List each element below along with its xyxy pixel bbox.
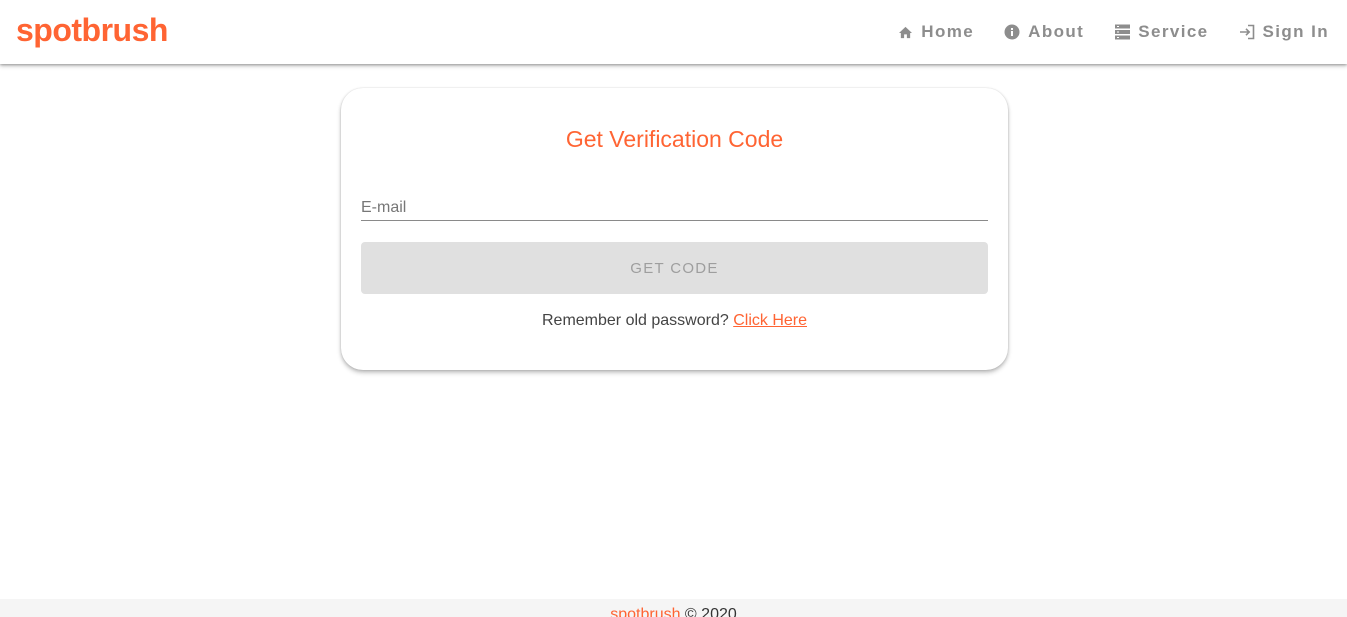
sign-in-icon	[1239, 24, 1255, 40]
email-field-container	[361, 192, 988, 221]
home-icon	[897, 24, 913, 40]
card-title: Get Verification Code	[565, 126, 784, 152]
info-icon	[1004, 24, 1020, 40]
footer-text: spotbrush © 2020	[0, 606, 1347, 617]
remember-password-row: Remember old password? Click Here	[341, 312, 1008, 330]
get-code-button[interactable]: GET CODE	[361, 242, 988, 294]
verification-card: Get Verification Code GET CODE Remember …	[341, 88, 1008, 370]
nav-home-label: Home	[921, 22, 975, 41]
remember-password-text: Remember old password?	[542, 312, 729, 329]
nav-about-label: About	[1028, 22, 1085, 41]
top-app-bar: spotbrush Home About Service Sign In	[0, 0, 1347, 64]
nav-sign-in-label: Sign In	[1262, 22, 1329, 41]
email-input[interactable]	[361, 192, 988, 220]
nav-sign-in[interactable]: Sign In	[1239, 22, 1329, 42]
nav-service-label: Service	[1138, 22, 1209, 41]
nav-service[interactable]: Service	[1114, 22, 1208, 42]
brand-logo[interactable]: spotbrush	[16, 12, 168, 49]
nav-home[interactable]: Home	[897, 22, 974, 42]
footer-copyright: © 2020	[680, 606, 737, 617]
footer-brand[interactable]: spotbrush	[610, 606, 680, 617]
click-here-link[interactable]: Click Here	[733, 312, 807, 329]
main-nav: Home About Service Sign In	[867, 0, 1329, 64]
server-icon	[1114, 24, 1130, 40]
footer: spotbrush © 2020	[0, 599, 1347, 617]
nav-about[interactable]: About	[1004, 22, 1084, 42]
